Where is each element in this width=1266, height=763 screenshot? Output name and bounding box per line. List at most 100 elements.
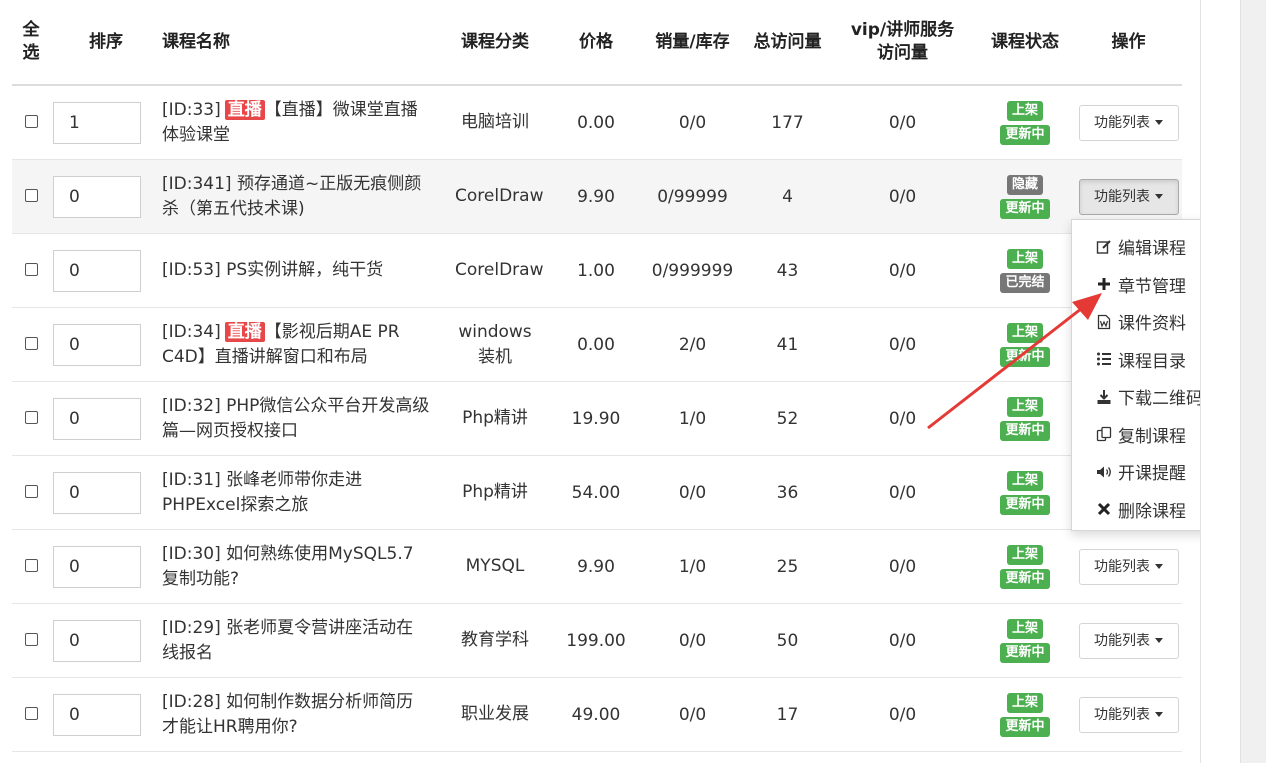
course-id[interactable]: [ID:53] [162,260,221,280]
course-id[interactable]: [ID:31] [162,470,221,490]
menu-item-label: 删除课程 [1118,501,1186,522]
function-list-button[interactable]: 功能列表 [1078,178,1179,215]
status-badge: 更新中 [1000,420,1050,441]
category-text: Php精讲 [462,482,528,502]
course-title[interactable]: PS实例讲解，纯干货 [221,260,383,280]
course-name-cell: [ID:30] 如何熟练使用MySQL5.7复制功能? [162,529,438,604]
course-id[interactable]: [ID:30] [162,544,221,564]
price-cell: 199.00 [552,603,640,678]
row-checkbox[interactable] [24,410,38,424]
sales-stock-cell: 2/0 [640,307,745,382]
function-list-button[interactable]: 功能列表 [1078,104,1179,141]
course-name-cell: [ID:31] 张峰老师带你走进PHPExcel探索之旅 [162,455,438,530]
row-checkbox-cell [12,85,50,160]
visits-cell: 52 [745,381,830,456]
status-badge: 上架 [1006,322,1043,343]
category-cell: 电脑培训 [438,85,552,160]
visits-cell: 25 [745,529,830,604]
status-badge: 上架 [1006,248,1043,269]
status-badge: 更新中 [1000,716,1050,737]
table-row: 0 [ID:53] PS实例讲解，纯干货 CorelDraw 1.00 0/999999… [12,233,1182,308]
status-cell: 上架 更新中 [975,85,1075,160]
category-text: 职业发展 [461,704,529,724]
actions-cell: 功能列表 [1075,603,1182,678]
row-checkbox-cell [12,381,50,456]
course-id[interactable]: [ID:341] [162,174,232,194]
sort-input[interactable]: 0 [53,249,141,292]
word-file-icon [1096,314,1118,330]
header-vip-visits: vip/讲师服务访问量 [830,0,975,86]
row-checkbox[interactable] [24,336,38,350]
sort-input[interactable]: 1 [53,101,141,144]
status-badge: 更新中 [1000,198,1050,219]
vip-visits-cell: 0/0 [830,233,975,308]
vip-visits-cell: 0/0 [830,603,975,678]
row-checkbox-cell [12,603,50,678]
function-list-label: 功能列表 [1094,114,1150,131]
status-badge: 更新中 [1000,568,1050,589]
sort-input[interactable]: 0 [53,323,141,366]
category-text: CorelDraw [455,260,544,280]
function-list-button[interactable]: 功能列表 [1078,696,1179,733]
actions-cell: 功能列表 [1075,85,1182,160]
row-checkbox[interactable] [24,706,38,720]
sort-input[interactable]: 0 [53,545,141,588]
menu-item-label: 课件资料 [1118,314,1186,335]
row-checkbox[interactable] [24,188,38,202]
sort-cell: 1 [50,85,162,160]
caret-down-icon [1155,564,1163,569]
function-list-button[interactable]: 功能列表 [1078,622,1179,659]
visits-cell: 50 [745,603,830,678]
sort-input[interactable]: 0 [53,693,141,736]
vip-visits-cell: 0/0 [830,159,975,234]
row-checkbox[interactable] [24,484,38,498]
course-id[interactable]: [ID:29] [162,618,221,638]
sales-stock-cell: 0/0 [640,677,745,752]
course-id[interactable]: [ID:33] [162,100,221,120]
sort-input[interactable]: 0 [53,471,141,514]
row-checkbox[interactable] [24,558,38,572]
status-badge: 上架 [1006,692,1043,713]
caret-down-icon [1155,638,1163,643]
status-cell: 上架 更新中 [975,677,1075,752]
sort-input[interactable]: 0 [53,397,141,440]
row-checkbox[interactable] [24,632,38,646]
category-cell: 职业发展 [438,677,552,752]
caret-down-icon [1155,712,1163,717]
header-course-name: 课程名称 [162,0,438,86]
category-text: Php精讲 [462,408,528,428]
visits-cell: 36 [745,455,830,530]
status-cell: 上架 已完结 [975,233,1075,308]
caret-down-icon [1155,120,1163,125]
table-row: 0 [ID:30] 如何熟练使用MySQL5.7复制功能? MYSQL 9.90 1/0… [12,529,1182,604]
sort-input[interactable]: 0 [53,619,141,662]
vip-visits-cell: 0/0 [830,529,975,604]
table-row: 0 [ID:28] 如何制作数据分析师简历才能让HR聘用你? 职业发展 49.00 0/… [12,677,1182,752]
price-cell: 0.00 [552,85,640,160]
status-cell: 上架 更新中 [975,307,1075,382]
vip-visits-cell: 0/0 [830,381,975,456]
row-checkbox[interactable] [24,114,38,128]
course-id[interactable]: [ID:34] [162,322,221,342]
sort-cell: 0 [50,381,162,456]
price-cell: 54.00 [552,455,640,530]
function-list-button[interactable]: 功能列表 [1078,548,1179,585]
menu-item-label: 复制课程 [1118,426,1186,447]
visits-cell: 43 [745,233,830,308]
status-badge: 更新中 [1000,346,1050,367]
category-cell: 教育学科 [438,603,552,678]
course-id[interactable]: [ID:28] [162,692,221,712]
price-cell: 49.00 [552,677,640,752]
sort-input[interactable]: 0 [53,175,141,218]
category-cell: CorelDraw [438,159,552,234]
header-select-all[interactable]: 全选 [12,0,50,86]
category-cell: Php精讲 [438,455,552,530]
scrollbar[interactable] [1240,0,1266,763]
category-text: MYSQL [465,556,525,576]
course-id[interactable]: [ID:32] [162,396,221,416]
actions-cell: 功能列表 [1075,677,1182,752]
row-checkbox[interactable] [24,262,38,276]
course-table-container: 全选 排序 课程名称 课程分类 价格 销量/库存 总访问量 vip/讲师服务访问… [12,0,1182,752]
status-badge: 更新中 [1000,124,1050,145]
price-cell: 9.90 [552,159,640,234]
